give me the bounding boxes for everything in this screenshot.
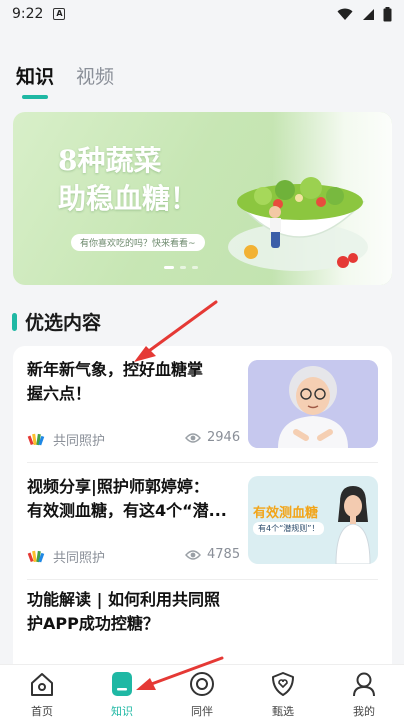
article-title-line2: 握六点！: [27, 384, 92, 403]
status-bar: 9:22 A: [0, 0, 404, 28]
section-title: 优选内容: [25, 312, 102, 334]
section-accent-bar: [12, 312, 17, 331]
wifi-icon: [337, 8, 353, 20]
list-item[interactable]: 视频分享|照护师郭婷婷： 有效测血糖，有这4个“潜... 共同照护 4785 有…: [13, 463, 392, 580]
thumb-subtitle: 有4个“潜规则”！: [253, 522, 325, 535]
article-meta: 共同照护: [27, 547, 105, 566]
user-icon: [353, 672, 375, 697]
nav-profile[interactable]: 我的: [334, 671, 394, 719]
article-meta: 共同照护: [27, 430, 105, 449]
heart-shield-icon: [272, 672, 294, 696]
article-title-line1: 功能解读 | 如何利用共同照: [27, 590, 220, 609]
tab-knowledge[interactable]: 知识: [16, 62, 54, 99]
nav-selection[interactable]: 甄选: [253, 671, 313, 719]
tab-video[interactable]: 视频: [76, 62, 114, 97]
elderly-woman-illustration: [248, 360, 378, 448]
banner-title-line1: 8种蔬菜: [58, 144, 162, 177]
article-title-line2: 有效测血糖，有这4个“潜...: [27, 501, 227, 520]
view-count-value: 2946: [207, 430, 241, 445]
banner-dot-active: [164, 266, 174, 269]
article-thumbnail[interactable]: [248, 360, 378, 448]
article-list: 新年新气象，控好血糖掌 握六点！ 共同照护 2946 视频分享|照护师郭婷婷： …: [13, 346, 392, 676]
brand-logo-icon: [27, 550, 45, 562]
article-title-line2: 护APP成功控糖？: [27, 614, 159, 633]
banner-title: 8种蔬菜 助稳血糖！: [58, 142, 198, 218]
article-title-line1: 视频分享|照护师郭婷婷：: [27, 477, 209, 496]
nav-label: 甄选: [272, 705, 294, 718]
view-count-value: 4785: [207, 547, 241, 562]
view-count: 4785: [185, 547, 240, 562]
brand-logo-icon: [27, 433, 45, 445]
article-title[interactable]: 视频分享|照护师郭婷婷： 有效测血糖，有这4个“潜...: [27, 475, 247, 523]
battery-icon: [383, 6, 392, 21]
salad-bowl-illustration: [228, 177, 368, 271]
eye-icon: [185, 549, 201, 560]
banner-pagination: [164, 266, 198, 269]
view-count: 2946: [185, 430, 240, 445]
banner-dot: [180, 266, 186, 269]
banner-dot: [192, 266, 198, 269]
thumb-title: 有效测血糖: [253, 506, 319, 521]
status-time: 9:22: [12, 6, 44, 22]
nav-label: 首页: [31, 705, 53, 718]
annotation-arrow-icon: [134, 300, 218, 362]
banner-title-line2: 助稳血糖！: [58, 182, 199, 215]
home-icon: [31, 673, 53, 696]
nav-home[interactable]: 首页: [12, 671, 72, 719]
nav-label: 我的: [353, 705, 375, 718]
banner-pill: 有你喜欢吃的吗？快来看看~: [71, 234, 205, 251]
video-thumbnail[interactable]: 有效测血糖 有4个“潜规则”！: [248, 476, 378, 564]
eye-icon: [185, 432, 201, 443]
signal-icon: [363, 8, 374, 20]
article-source: 共同照护: [53, 434, 106, 449]
app-notification-icon: A: [53, 8, 66, 20]
promo-banner[interactable]: 8种蔬菜 助稳血糖！ 有你喜欢吃的吗？快来看看~: [13, 112, 392, 285]
nav-label: 同伴: [191, 705, 213, 718]
annotation-arrow-icon: [136, 656, 224, 690]
section-header: 优选内容: [12, 308, 101, 335]
article-title[interactable]: 功能解读 | 如何利用共同照 护APP成功控糖？: [27, 588, 267, 636]
presenter-illustration: [335, 486, 371, 564]
content-tabs: 知识 视频: [16, 62, 114, 99]
article-source: 共同照护: [53, 551, 106, 566]
nav-label: 知识: [111, 705, 133, 718]
